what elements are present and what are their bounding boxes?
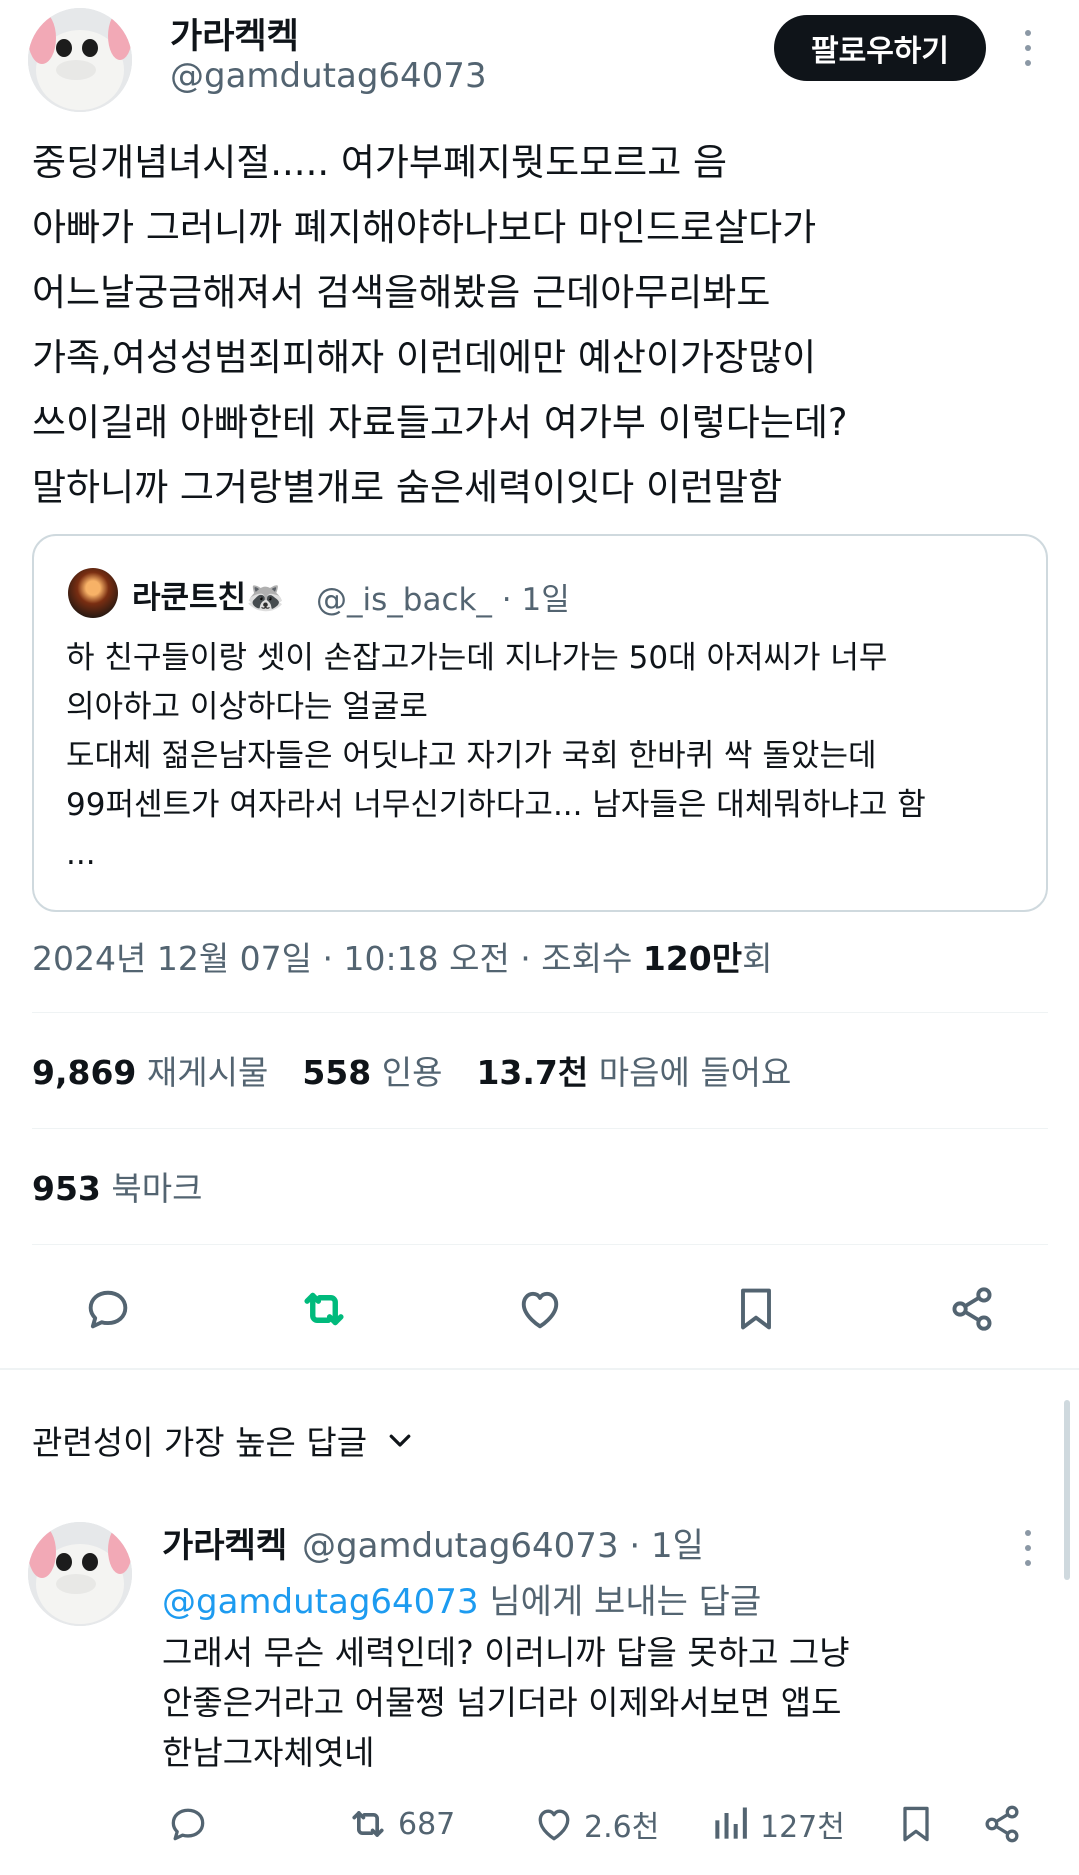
- bookmarks-count: 953: [32, 1169, 101, 1208]
- author-handle[interactable]: @gamdutag64073: [170, 56, 487, 96]
- reply-to-suffix: 님에게 보내는 답글: [478, 1582, 762, 1622]
- more-options-icon[interactable]: [1016, 26, 1040, 70]
- likes-stat[interactable]: 13.7천 마음에 들어요: [476, 1046, 791, 1094]
- likes-count: 13.7천: [476, 1053, 589, 1092]
- views-suffix: 회: [742, 939, 773, 978]
- share-icon[interactable]: [937, 1274, 1007, 1344]
- tweet-action-bar: [0, 1270, 1079, 1350]
- quoted-author-handle: @_is_back_ · 1일: [316, 582, 570, 618]
- quoted-tweet-card[interactable]: 라쿤트친🦝 @_is_back_ · 1일 하 친구들이랑 셋이 손잡고가는데 …: [32, 534, 1048, 912]
- reply-icon[interactable]: [73, 1274, 143, 1344]
- author-avatar[interactable]: [28, 8, 132, 112]
- author-name[interactable]: 가라켁켁: [170, 8, 299, 59]
- quotes-stat[interactable]: 558 인용: [302, 1046, 442, 1094]
- tweet-timestamp: 2024년 12월 07일 · 10:18 오전 · 조회수 120만회: [32, 932, 772, 980]
- bookmark-icon[interactable]: [721, 1274, 791, 1344]
- divider: [32, 1244, 1048, 1245]
- reply-retweet-button[interactable]: 687: [346, 1802, 455, 1846]
- divider: [32, 1012, 1048, 1013]
- reply-author-name[interactable]: 가라켁켁: [162, 1518, 287, 1567]
- reply-views-button[interactable]: 127천: [708, 1802, 845, 1846]
- heart-icon[interactable]: [505, 1274, 575, 1344]
- quoted-tweet-text: 하 친구들이랑 셋이 손잡고가는데 지나가는 50대 아저씨가 너무 의아하고 …: [66, 640, 926, 872]
- section-divider: [0, 1368, 1079, 1370]
- reply-bookmark-button[interactable]: [894, 1802, 938, 1846]
- bookmarks-label: 북마크: [111, 1169, 203, 1208]
- reply-action-bar: 687 2.6천 127천: [0, 1796, 1079, 1856]
- reposts-label: 재게시물: [146, 1053, 269, 1092]
- quoted-author-avatar: [68, 568, 118, 618]
- timestamp-text: 2024년 12월 07일 · 10:18 오전 · 조회수: [32, 939, 643, 978]
- reply-reply-button[interactable]: [166, 1802, 210, 1846]
- divider: [32, 1128, 1048, 1129]
- reply-retweet-count: 687: [398, 1806, 456, 1842]
- chevron-down-icon: [389, 1434, 411, 1447]
- analytics-icon: [715, 1807, 747, 1839]
- reply-to-line: @gamdutag64073 님에게 보내는 답글: [162, 1574, 761, 1623]
- reply-icon: [171, 1808, 205, 1841]
- likes-label: 마음에 들어요: [598, 1053, 792, 1092]
- views-count: 120만: [642, 939, 743, 978]
- replies-sort-selector[interactable]: 관련성이 가장 높은 답글: [32, 1416, 415, 1464]
- replies-sort-label: 관련성이 가장 높은 답글: [32, 1423, 368, 1462]
- reply-author-handle[interactable]: @gamdutag64073 · 1일: [302, 1518, 704, 1567]
- tweet-text: 중딩개념녀시절..... 여가부폐지뭣도모르고 음 아빠가 그러니까 폐지해야하…: [32, 141, 848, 509]
- quotes-label: 인용: [381, 1053, 443, 1092]
- quotes-count: 558: [302, 1053, 372, 1092]
- retweet-icon[interactable]: [289, 1274, 359, 1344]
- share-icon: [985, 1805, 1019, 1843]
- reply-more-options-icon[interactable]: [1016, 1526, 1040, 1570]
- bookmarks-stat[interactable]: 953 북마크: [32, 1162, 202, 1210]
- reply-views-count: 127천: [760, 1810, 845, 1845]
- reposts-count: 9,869: [32, 1053, 137, 1092]
- engagement-stats: 9,869 재게시물 558 인용 13.7천 마음에 들어요: [32, 1046, 791, 1094]
- quoted-author-name: 라쿤트친🦝: [132, 580, 285, 616]
- bookmark-icon: [903, 1806, 929, 1842]
- reply-to-link[interactable]: @gamdutag64073: [162, 1582, 479, 1622]
- reply-author-avatar[interactable]: [28, 1522, 132, 1626]
- retweet-icon: [352, 1811, 384, 1837]
- reposts-stat[interactable]: 9,869 재게시물: [32, 1046, 268, 1094]
- reply-share-button[interactable]: [980, 1802, 1024, 1846]
- reply-like-button[interactable]: 2.6천: [532, 1802, 659, 1846]
- reply-like-count: 2.6천: [584, 1810, 660, 1845]
- reply-text: 그래서 무슨 세력인데? 이러니까 답을 못하고 그냥 안좋은거라고 어물쩡 넘…: [162, 1633, 850, 1772]
- follow-button[interactable]: 팔로우하기: [774, 15, 986, 81]
- heart-icon: [538, 1809, 570, 1841]
- scrollbar[interactable]: [1064, 1400, 1070, 1580]
